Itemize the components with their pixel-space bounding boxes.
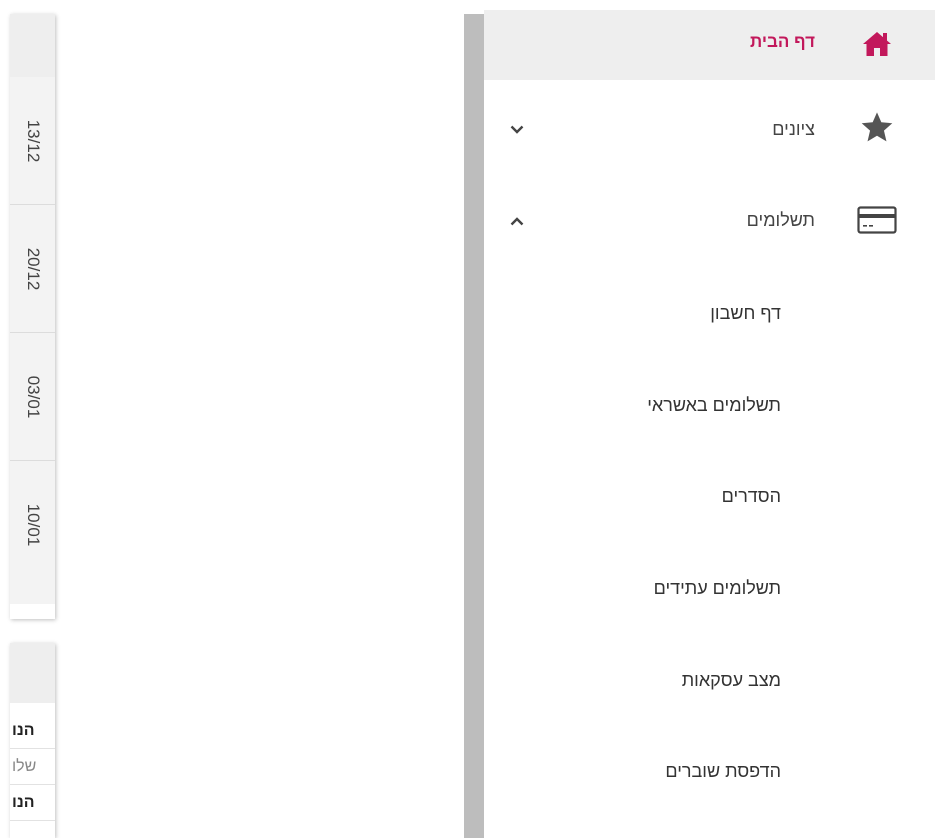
credit-card-icon [857,200,897,240]
star-icon [857,107,897,147]
sidebar-item-payments[interactable]: תשלומים [484,170,935,260]
list-item[interactable]: הנו [10,785,55,821]
schedule-card-header [10,14,55,77]
list-card: הנו שלו הנו [10,643,55,838]
submenu-transaction-status[interactable]: מצב עסקאות [682,670,781,691]
scrollbar[interactable] [464,14,484,838]
background-content: 13/12 20/12 03/01 10/01 הנו שלו הנו [0,0,464,838]
sidebar-item-label: ציונים [772,119,815,139]
chevron-up-icon[interactable] [506,210,528,232]
date-label: 10/01 [23,503,43,547]
sidebar-menu: דף הבית ציונים תשלומים דף חשבון תשלומים … [484,10,935,838]
list-card-header [10,643,55,703]
date-column: 13/12 20/12 03/01 10/01 [10,77,55,604]
date-cell[interactable]: 20/12 [10,205,55,333]
schedule-card-footer [10,604,55,619]
date-label: 13/12 [23,119,43,162]
submenu-print-vouchers[interactable]: הדפסת שוברים [665,761,781,782]
list-item[interactable]: שלו [10,749,55,785]
date-label: 03/01 [23,375,43,418]
schedule-card: 13/12 20/12 03/01 10/01 [10,14,55,619]
date-label: 20/12 [23,247,43,290]
date-cell[interactable]: 03/01 [10,333,55,461]
sidebar-item-home[interactable]: דף הבית [484,10,935,80]
submenu-credit-payments[interactable]: תשלומים באשראי [647,395,781,416]
list-item[interactable]: הנו [10,713,55,749]
sidebar-item-label: תשלומים [746,210,815,230]
date-cell[interactable]: 13/12 [10,77,55,205]
top-strip [0,0,464,10]
submenu-future-payments[interactable]: תשלומים עתידים [654,578,781,599]
sidebar-item-label: דף הבית [750,32,815,51]
submenu-account-statement[interactable]: דף חשבון [710,303,781,324]
home-icon [857,24,897,64]
submenu-arrangements[interactable]: הסדרים [722,486,781,507]
date-cell[interactable]: 10/01 [10,461,55,589]
chevron-down-icon[interactable] [506,118,528,140]
sidebar-item-grades[interactable]: ציונים [484,80,935,170]
